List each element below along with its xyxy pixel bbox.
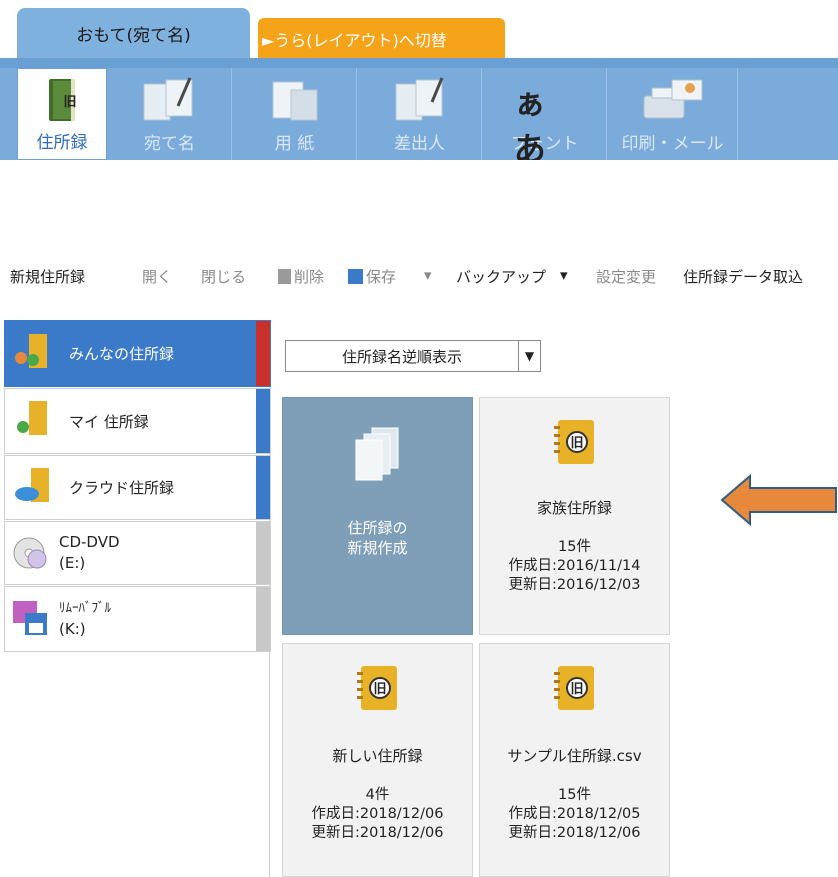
delete-button[interactable]: 削除 (278, 266, 324, 287)
sidebar-accent (256, 389, 270, 453)
trash-icon (278, 269, 291, 284)
card-title-line: 住所録の (347, 519, 408, 537)
printer-mail-icon (638, 76, 708, 129)
save-dropdown-icon[interactable]: ▾ (424, 266, 432, 284)
save-icon (348, 269, 363, 284)
open-button[interactable]: 開く (142, 266, 172, 287)
card-title: 新しい住所録 (332, 747, 423, 765)
sidebar-item-everyone[interactable]: みんなの住所録 (4, 320, 271, 387)
header-spacer (0, 160, 838, 238)
ribbon-top-line (0, 58, 838, 68)
address-book-card[interactable]: 旧 サンプル住所録.csv 15件 作成日:2018/12/05 更新日:201… (479, 643, 670, 877)
card-created: 作成日:2016/11/14 (508, 558, 641, 574)
book-icon-glyph: 旧 (570, 436, 583, 451)
sort-order-value: 住所録名逆順表示 (341, 347, 462, 366)
sidebar-item-cloud[interactable]: クラウド住所録 (4, 455, 271, 520)
address-book-icon: 旧 (552, 664, 598, 716)
sidebar-item-label: クラウド住所録 (69, 479, 175, 497)
ribbon-label: 宛て名 (144, 134, 195, 154)
dropdown-arrow-icon[interactable]: ▼ (518, 341, 540, 371)
card-updated: 更新日:2018/12/06 (311, 825, 444, 841)
sidebar-item-text: ﾘﾑｰﾊﾞﾌﾞﾙ (K:) (59, 598, 111, 640)
sidebar-accent (256, 456, 270, 519)
sidebar-item-text: CD-DVD (E:) (59, 532, 120, 574)
sidebar-accent (256, 522, 270, 584)
ribbon-font[interactable]: ぁあ フォント (483, 68, 607, 168)
card-title-line: 新規作成 (347, 539, 408, 557)
settings-change-button[interactable]: 設定変更 (596, 266, 656, 287)
book-icon-glyph: 旧 (373, 682, 386, 697)
card-meta: 4件 作成日:2018/12/06 更新日:2018/12/06 (312, 786, 444, 843)
close-button[interactable]: 閉じる (201, 266, 246, 287)
sidebar-item-drive: (E:) (59, 554, 86, 572)
sidebar-item-label: ﾘﾑｰﾊﾞﾌﾞﾙ (59, 601, 111, 616)
import-data-button[interactable]: 住所録データ取込 (683, 266, 803, 287)
sidebar-item-my[interactable]: マイ 住所録 (4, 388, 271, 454)
card-count: 15件 (558, 787, 591, 803)
sort-order-select[interactable]: 住所録名逆順表示 ▼ (285, 340, 541, 372)
postcard-pen-icon (138, 76, 202, 129)
card-updated: 更新日:2018/12/06 (508, 825, 641, 841)
sidebar-item-drive: (K:) (59, 620, 86, 638)
card-created: 作成日:2018/12/06 (311, 806, 444, 822)
address-book-icon: 旧 (552, 418, 598, 470)
tab-front-label: おもて(宛て名) (76, 26, 191, 46)
address-book-icon: 旧 (45, 77, 79, 130)
card-count: 15件 (558, 539, 591, 555)
sidebar-item-label: みんなの住所録 (69, 345, 175, 363)
tab-back-switch[interactable]: ►うら(レイアウト)へ切替 (258, 18, 505, 59)
card-created: 作成日:2018/12/05 (508, 806, 641, 822)
card-title: 住所録の 新規作成 (347, 518, 407, 558)
sidebar-item-removable[interactable]: ﾘﾑｰﾊﾞﾌﾞﾙ (K:) (4, 586, 271, 652)
card-count: 4件 (365, 787, 390, 803)
book-icon-glyph: 旧 (570, 682, 583, 697)
tab-front[interactable]: おもて(宛て名) (17, 8, 250, 59)
ribbon-label: 用 紙 (274, 134, 315, 154)
card-updated: 更新日:2016/12/03 (508, 577, 641, 593)
delete-label: 削除 (294, 268, 325, 286)
card-meta: 15件 作成日:2018/12/05 更新日:2018/12/06 (509, 786, 641, 843)
disc-icon (11, 531, 51, 575)
removable-drive-icon (11, 597, 51, 641)
tab-back-label: ►うら(レイアウト)へ切替 (262, 30, 447, 50)
pointer-arrow-icon (720, 473, 838, 530)
new-address-book-button[interactable]: 新規住所録 (10, 266, 85, 287)
ribbon-label: 印刷・メール (621, 134, 724, 154)
sidebar-accent (256, 321, 270, 386)
sidebar-item-label: CD-DVD (59, 533, 120, 551)
card-title: サンプル住所録.csv (507, 747, 642, 765)
save-button[interactable]: 保存 (348, 266, 396, 287)
backup-button[interactable]: バックアップ (456, 266, 546, 287)
new-document-icon (352, 426, 404, 488)
ribbon-sender[interactable]: 差出人 (358, 68, 482, 160)
ribbon-address-book[interactable]: 旧 住所録 (17, 68, 107, 160)
address-book-card[interactable]: 旧 家族住所録 15件 作成日:2016/11/14 更新日:2016/12/0… (479, 397, 670, 635)
font-icon: ぁあ (514, 78, 576, 170)
save-label: 保存 (366, 268, 397, 286)
address-book-card[interactable]: 旧 新しい住所録 4件 作成日:2018/12/06 更新日:2018/12/0… (282, 643, 473, 877)
address-book-icon: 旧 (355, 664, 401, 716)
card-title: 家族住所録 (536, 499, 612, 517)
my-address-book-icon (13, 399, 61, 443)
shared-address-book-icon (13, 332, 61, 376)
sender-postcard-icon (388, 76, 452, 129)
new-address-book-card[interactable]: 住所録の 新規作成 (282, 397, 473, 635)
card-meta: 15件 作成日:2016/11/14 更新日:2016/12/03 (509, 538, 641, 595)
cloud-address-book-icon (13, 466, 61, 510)
ribbon-label: 差出人 (394, 134, 445, 154)
paper-icon (263, 76, 327, 129)
sidebar-accent (256, 587, 270, 651)
sidebar-item-cd-dvd[interactable]: CD-DVD (E:) (4, 521, 271, 585)
font-icon-text: ぁあ (513, 84, 546, 168)
ribbon-paper[interactable]: 用 紙 (233, 68, 357, 160)
backup-dropdown-icon[interactable]: ▾ (560, 266, 568, 284)
book-icon-glyph: 旧 (63, 95, 76, 110)
ribbon-label: 住所録 (36, 133, 88, 153)
ribbon-recipient[interactable]: 宛て名 (108, 68, 232, 160)
ribbon-print-mail[interactable]: 印刷・メール (608, 68, 738, 160)
sidebar-item-label: マイ 住所録 (69, 412, 149, 431)
